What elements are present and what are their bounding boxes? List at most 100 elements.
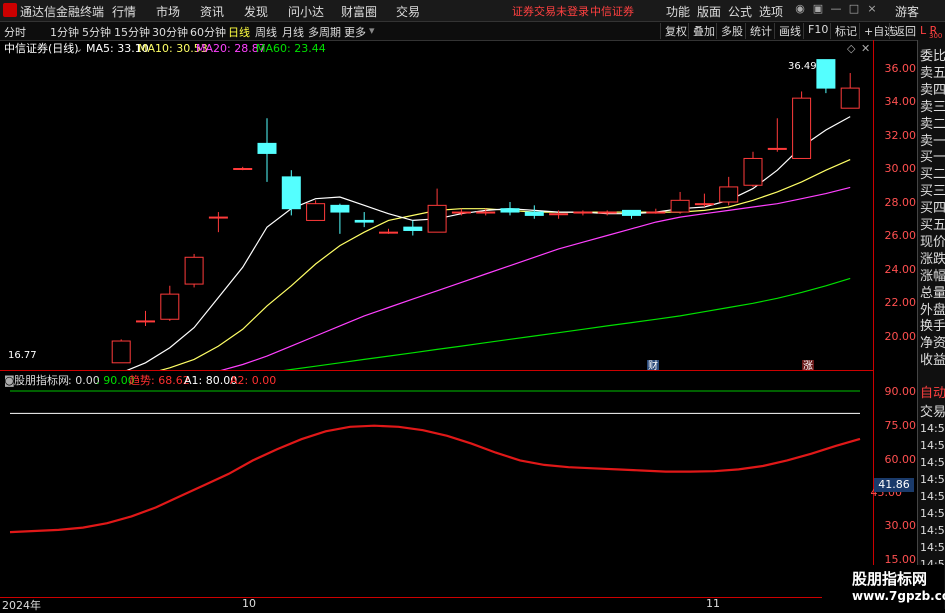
stock-name: 中信证券(日线)	[4, 41, 79, 55]
current-indicator-value: 41.86	[874, 478, 914, 492]
tf-monthly[interactable]: 月线	[282, 24, 304, 40]
finance-badge[interactable]: 财	[648, 359, 658, 370]
menu-item-jiaoyi[interactable]: 交易	[396, 3, 420, 20]
candle-body	[451, 211, 471, 214]
quote-side-panel: 委比 卖五 卖四 卖三 卖二 卖一 买一 买二 买三 买四 买五 现价 涨跌 涨幅 总量 外盘 换手 净资 收益 自动…	[917, 40, 945, 609]
candle-body	[694, 203, 714, 206]
tf-daily[interactable]: 日线	[228, 24, 250, 40]
watermark-url: www.7gpzb.com	[852, 589, 945, 603]
menu-item-gongneng[interactable]: 功能	[666, 3, 690, 20]
minimize-icon[interactable]: —	[829, 2, 843, 17]
indicator-name: 股朋指标网	[14, 373, 69, 387]
menu-item-faxian[interactable]: 发现	[244, 3, 268, 20]
menu-item-zixun[interactable]: 资讯	[200, 3, 224, 20]
settings-diamond-icon[interactable]: ◇	[847, 42, 856, 55]
side-panel-item[interactable]: 收益	[920, 349, 945, 368]
close-icon[interactable]: ×	[865, 2, 879, 17]
x-tick: 11	[706, 597, 720, 610]
a2-value: A2: 0.00	[230, 374, 276, 387]
watermark-title: 股朋指标网	[852, 570, 928, 588]
candle-body	[549, 213, 569, 216]
multi-stock-button[interactable]: 多股	[716, 23, 743, 39]
side-panel-action[interactable]: 交易	[920, 401, 945, 420]
menu-item-shichang[interactable]: 市场	[156, 3, 180, 20]
y-tick: 26.00	[884, 229, 917, 242]
high-price-label: 36.49	[788, 61, 817, 72]
ma60-line	[283, 277, 851, 370]
candle-body	[597, 211, 617, 214]
maximize-icon[interactable]: □	[847, 2, 861, 17]
candle-body	[136, 320, 155, 323]
candle-body	[500, 208, 520, 213]
app-logo-icon	[3, 3, 17, 17]
y-tick: 36.00	[884, 62, 917, 75]
rise-badge[interactable]: 涨	[803, 360, 813, 370]
y-tick: 30.00	[884, 162, 917, 175]
y-tick: 24.00	[884, 263, 917, 276]
side-panel-action[interactable]: 自动	[920, 382, 945, 401]
candle-body	[403, 226, 423, 231]
candle-body	[330, 204, 350, 213]
broker-name[interactable]: 中信证券	[590, 3, 634, 19]
tick-time: 14:56	[920, 422, 945, 435]
tf-30min[interactable]: 30分钟	[152, 24, 188, 40]
menu-item-xuanxiang[interactable]: 选项	[759, 3, 783, 20]
tf-5min[interactable]: 5分钟	[82, 24, 111, 40]
x-axis: 2024年 10 11	[0, 597, 873, 612]
tf-weekly[interactable]: 周线	[255, 24, 277, 40]
menu-item-gongshi[interactable]: 公式	[728, 3, 752, 20]
y-tick: 20.00	[884, 330, 917, 343]
x-tick: 2024年	[2, 599, 41, 612]
candle-body	[670, 199, 690, 213]
menu-item-hangqing[interactable]: 行情	[112, 3, 136, 20]
tf-multi[interactable]: 多周期	[308, 24, 341, 40]
mark-button[interactable]: 标记	[830, 23, 857, 39]
y-tick: 60.00	[884, 453, 917, 466]
candle-body	[160, 293, 180, 320]
skin-icon[interactable]: ▣	[811, 2, 825, 17]
candle-body	[573, 211, 593, 214]
indicator-chart[interactable]: ◙ 股朋指标网 : 0.00 : 90.00 趋势 : 68.62 A1: 80…	[0, 372, 873, 597]
candlestick-chart[interactable]: 中信证券(日线) ⌄ MA5: 33.10 MA10: 30.53 MA20: …	[0, 40, 873, 370]
overlay-button[interactable]: 叠加	[688, 23, 715, 39]
candle-body	[622, 209, 641, 216]
menu-item-caifuquan[interactable]: 财富圈	[341, 3, 377, 20]
chevron-down-icon[interactable]: ⌄	[74, 42, 83, 55]
statistics-button[interactable]: 统计	[745, 23, 772, 39]
back-button[interactable]: 返回	[889, 23, 916, 39]
user-icon[interactable]: ◉	[793, 2, 807, 17]
lr-sub: 300	[929, 32, 943, 40]
menu-item-wenxiaoda[interactable]: 问小达	[288, 3, 324, 20]
watermark: 股朋指标网 www.7gpzb.com	[822, 565, 945, 609]
tf-fenshi[interactable]: 分时	[4, 24, 26, 40]
candle-body	[379, 231, 398, 234]
tf-1min[interactable]: 1分钟	[50, 24, 79, 40]
candle-body	[257, 142, 277, 154]
fuquan-button[interactable]: 复权	[660, 23, 687, 39]
candle-body	[767, 147, 787, 150]
candle-body	[427, 204, 447, 233]
tick-time: 14:56	[920, 507, 945, 520]
draw-line-button[interactable]: 画线	[774, 23, 801, 39]
y-tick: 90.00	[884, 385, 917, 398]
candle-body	[743, 157, 763, 186]
candle-body	[111, 340, 131, 364]
chevron-down-icon[interactable]: ▾	[369, 24, 375, 37]
y-tick: 22.00	[884, 296, 917, 309]
tf-60min[interactable]: 60分钟	[190, 24, 226, 40]
indicator-v1: : 0.00	[68, 374, 100, 387]
y-axis: 36.00 34.00 32.00 30.00 28.00 26.00 24.0…	[871, 40, 917, 597]
f10-button[interactable]: F10	[803, 23, 828, 39]
guest-label[interactable]: 游客	[895, 3, 919, 20]
tick-time: 14:56	[920, 524, 945, 537]
trade-login-notice[interactable]: 证券交易未登录	[512, 3, 589, 19]
candle-body	[208, 216, 228, 219]
tf-more[interactable]: 更多	[344, 24, 366, 40]
tf-15min[interactable]: 15分钟	[114, 24, 150, 40]
candle-body	[792, 97, 812, 159]
trend-line	[9, 424, 861, 534]
close-icon[interactable]: ✕	[861, 42, 870, 55]
menu-item-banmian[interactable]: 版面	[697, 3, 721, 20]
x-tick: 10	[242, 597, 256, 610]
ma5-line	[126, 116, 851, 370]
